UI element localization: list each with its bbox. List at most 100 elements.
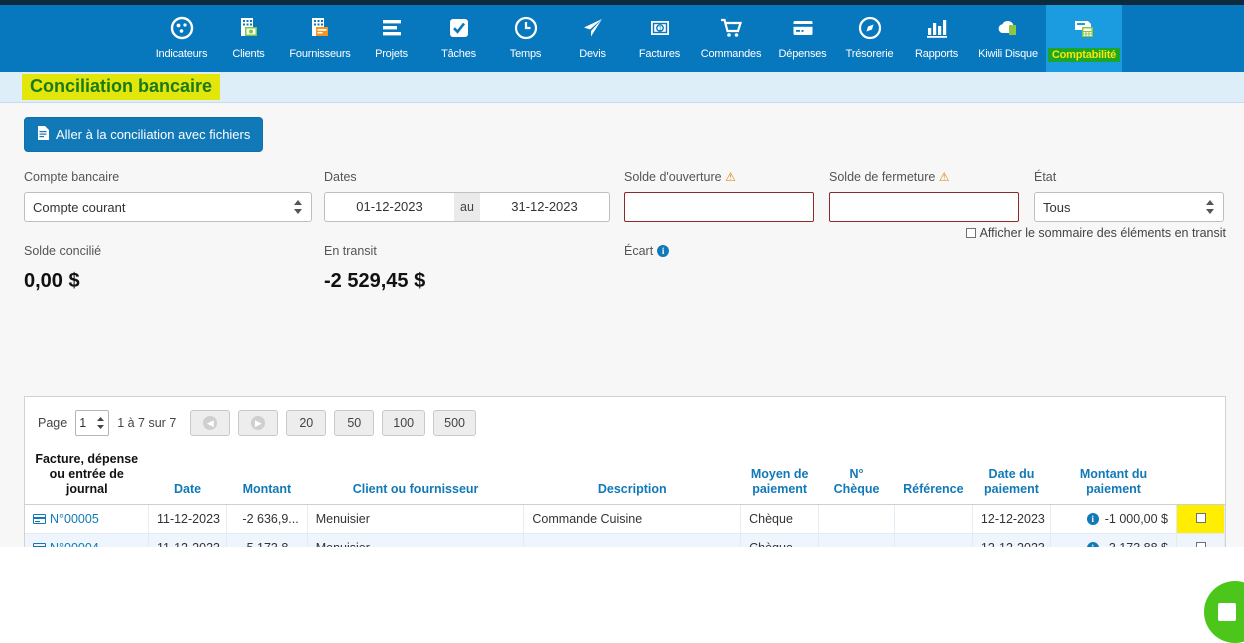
nav-item-tresorerie[interactable]: Trésorerie	[836, 5, 903, 72]
nav-item-commandes[interactable]: Commandes	[693, 5, 769, 72]
col-header-payment-date[interactable]: Date du paiement	[972, 448, 1051, 505]
dates-separator-label: au	[454, 192, 480, 222]
nav-item-taches[interactable]: Tâches	[425, 5, 492, 72]
transactions-panel: Page 1 1 à 7 sur 7 ◀ ▶ 20 50 100 500 Fac…	[24, 396, 1226, 547]
page-size-500-button[interactable]: 500	[433, 410, 476, 436]
pagination-bar: Page 1 1 à 7 sur 7 ◀ ▶ 20 50 100 500	[25, 397, 1225, 436]
closing-balance-label-highlight: Solde de fermeture ⚠	[829, 170, 950, 184]
info-icon[interactable]: i	[657, 245, 670, 257]
chevron-left-icon: ◀	[203, 416, 218, 430]
cell-reference	[894, 504, 973, 534]
nav-item-factures[interactable]: 1 Factures	[626, 5, 693, 72]
nav-item-indicateurs[interactable]: Indicateurs	[148, 5, 215, 72]
go-to-reconciliation-files-button[interactable]: Aller à la conciliation avec fichiers	[24, 117, 264, 152]
in-transit-block: En transit -2 529,45 $	[324, 244, 624, 293]
banknote-icon: 1	[647, 12, 673, 44]
page-size-20-button[interactable]: 20	[286, 410, 327, 436]
cell-date: 11-12-2023	[148, 533, 228, 547]
page-size-100-button[interactable]: 100	[382, 410, 426, 436]
nav-item-fournisseurs[interactable]: Fournisseurs	[282, 5, 358, 72]
reconciled-balance-block: Solde concilié 0,00 $	[24, 244, 324, 293]
next-page-button[interactable]: ▶	[238, 410, 279, 436]
show-transit-summary-checkbox-row[interactable]: Afficher le sommaire des éléments en tra…	[965, 226, 1226, 240]
document-link[interactable]: N°00005	[50, 512, 99, 526]
date-from-input[interactable]: 01-12-2023	[324, 192, 454, 222]
in-transit-label: En transit	[324, 244, 377, 258]
col-header-payment-method[interactable]: Moyen de paiement	[740, 448, 819, 505]
row-select-checkbox[interactable]	[1195, 513, 1206, 523]
col-header-description[interactable]: Description	[523, 448, 741, 505]
add-floating-action-button[interactable]	[1204, 581, 1244, 643]
page-number-value: 1	[79, 416, 87, 430]
cell-payment-date: 12-12-2023	[972, 533, 1052, 547]
credit-card-icon	[790, 12, 816, 44]
balance-summary: Solde concilié 0,00 $ En transit -2 529,…	[0, 222, 1244, 293]
table-row[interactable]: N°00004 11-12-2023 -5 173,8... Menuisier…	[25, 533, 1225, 547]
dates-label: Dates	[324, 170, 357, 184]
nav-item-depenses[interactable]: Dépenses	[769, 5, 836, 72]
action-toolbar: Aller à la conciliation avec fichiers	[0, 103, 1244, 152]
col-header-document: Facture, dépense ou entrée de journal	[25, 448, 149, 505]
cell-amount: -5 173,8...	[226, 533, 308, 547]
page-title: Conciliation bancaire	[22, 74, 221, 100]
nav-label: Temps	[509, 48, 542, 60]
compass-icon	[857, 12, 883, 44]
chevron-updown-icon	[1205, 199, 1215, 215]
nav-item-kiwili-disque[interactable]: Kiwili Disque	[970, 5, 1046, 72]
table-row[interactable]: N°00005 11-12-2023 -2 636,9... Menuisier…	[25, 504, 1225, 534]
table-body: N°00005 11-12-2023 -2 636,9... Menuisier…	[25, 504, 1225, 547]
nav-label: Indicateurs	[155, 48, 208, 60]
opening-balance-input[interactable]	[624, 192, 814, 222]
document-icon	[37, 126, 49, 143]
cell-payment-method: Chèque	[740, 533, 820, 547]
cell-amount: -2 636,9...	[226, 504, 308, 534]
nav-items: Indicateurs Clients Fournisseurs Projets	[0, 5, 1244, 72]
cell-date: 11-12-2023	[148, 504, 228, 534]
row-select-checkbox[interactable]	[1195, 542, 1206, 547]
closing-balance-field: Solde de fermeture ⚠	[829, 170, 1019, 222]
col-header-client[interactable]: Client ou fournisseur	[307, 448, 524, 505]
cell-document[interactable]: N°00005	[25, 504, 149, 534]
payment-amount-value: -1 000,00 $	[1104, 512, 1169, 526]
nav-label: Fournisseurs	[289, 48, 351, 60]
cell-select[interactable]	[1176, 504, 1225, 534]
nav-item-devis[interactable]: Devis	[559, 5, 626, 72]
opening-balance-label-highlight: Solde d'ouverture ⚠	[624, 170, 736, 184]
gauge-icon	[169, 12, 195, 44]
page-number-stepper[interactable]: 1	[75, 410, 110, 436]
info-icon[interactable]: i	[1086, 513, 1099, 525]
cell-select[interactable]	[1176, 533, 1225, 547]
col-header-cheque-number[interactable]: N° Chèque	[818, 448, 895, 505]
table-header-row: Facture, dépense ou entrée de journal Da…	[25, 448, 1225, 505]
nav-item-rapports[interactable]: Rapports	[903, 5, 970, 72]
date-to-input[interactable]: 31-12-2023	[480, 192, 610, 222]
nav-item-comptabilite[interactable]: Comptabilité	[1046, 5, 1122, 72]
nav-label: Commandes	[700, 48, 762, 60]
col-header-amount[interactable]: Montant	[226, 448, 308, 505]
col-header-payment-amount[interactable]: Montant du paiement	[1050, 448, 1177, 505]
cell-cheque-number	[818, 504, 895, 534]
building-money-icon	[236, 12, 262, 44]
bank-account-select[interactable]: Compte courant	[24, 192, 312, 222]
document-link[interactable]: N°00004	[50, 541, 99, 547]
previous-page-button[interactable]: ◀	[190, 410, 231, 436]
closing-balance-input[interactable]	[829, 192, 1019, 222]
page-size-50-button[interactable]: 50	[334, 410, 375, 436]
warning-icon: ⚠	[725, 170, 736, 184]
chevron-updown-icon	[96, 416, 105, 430]
nav-item-projets[interactable]: Projets	[358, 5, 425, 72]
bar-chart-icon	[924, 12, 950, 44]
state-select[interactable]: Tous	[1034, 192, 1224, 222]
cell-reference	[894, 533, 973, 547]
col-header-reference[interactable]: Référence	[894, 448, 973, 505]
gap-block: Écart i	[624, 244, 670, 293]
cell-document[interactable]: N°00004	[25, 533, 149, 547]
col-header-date[interactable]: Date	[148, 448, 227, 505]
nav-item-temps[interactable]: Temps	[492, 5, 559, 72]
show-transit-summary-checkbox[interactable]	[965, 228, 976, 238]
info-icon[interactable]: i	[1086, 542, 1099, 547]
nav-item-clients[interactable]: Clients	[215, 5, 282, 72]
nav-label: Projets	[375, 48, 408, 60]
add-icon	[1218, 603, 1236, 621]
top-navigation-bar: Indicateurs Clients Fournisseurs Projets	[0, 0, 1244, 72]
